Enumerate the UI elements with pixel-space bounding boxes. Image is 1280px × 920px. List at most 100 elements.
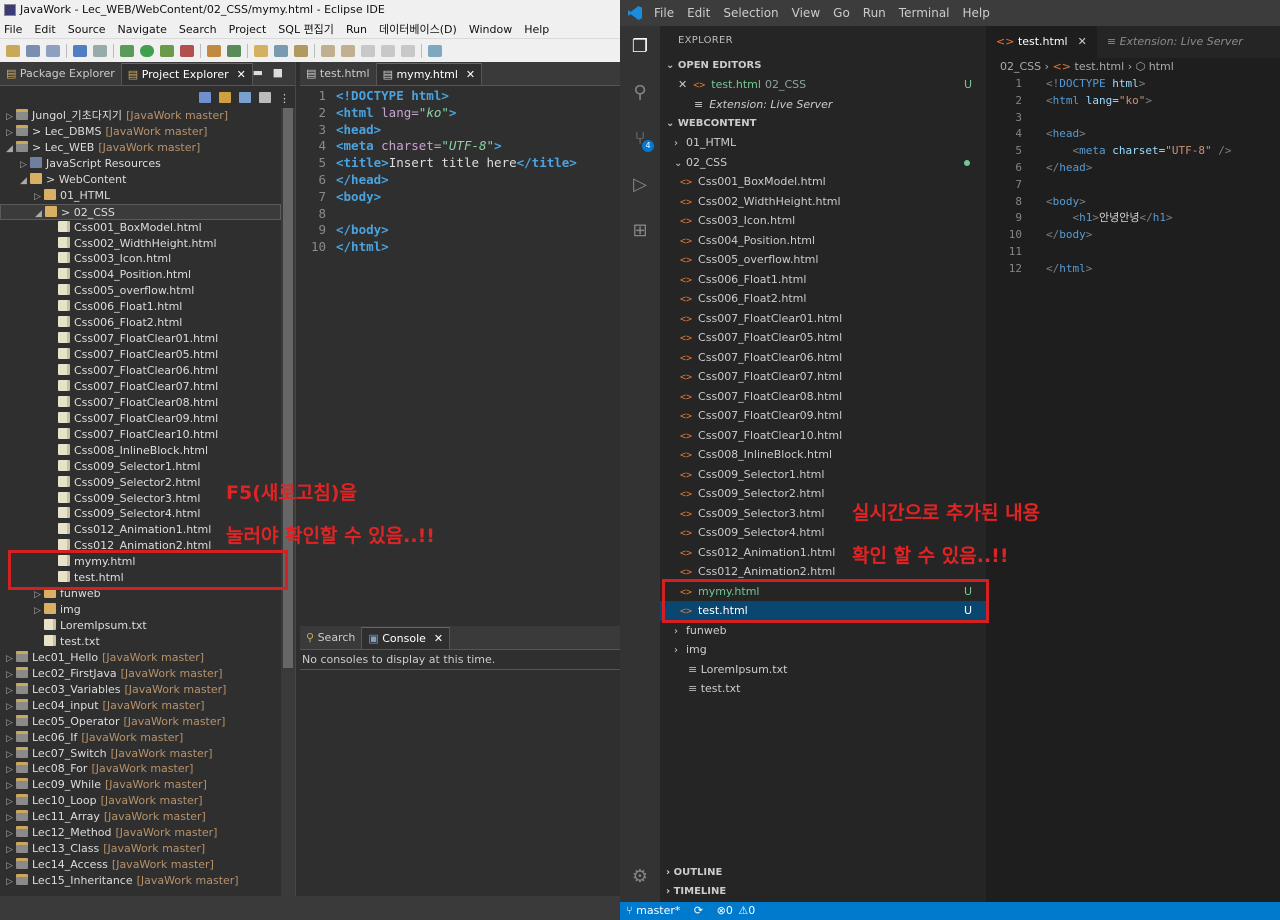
tree-item[interactable]: ▷ JavaScript Resources (0, 156, 281, 172)
open-editor-item[interactable]: ✕ <> test.html 02_CSS U (660, 75, 986, 95)
file-item[interactable]: <> Css007_FloatClear06.html (660, 348, 986, 368)
brush-icon[interactable] (294, 44, 308, 57)
file-item[interactable]: <> Css002_WidthHeight.html (660, 192, 986, 212)
chevron-right-icon[interactable]: › (674, 641, 686, 661)
menu-item[interactable]: Edit (687, 6, 710, 20)
folder-item[interactable]: ⌄ 02_CSS (660, 153, 986, 173)
file-item[interactable]: <> Css004_Position.html (660, 231, 986, 251)
new-icon[interactable] (6, 44, 20, 57)
tree-item[interactable]: ◢ > Lec_WEB [JavaWork master] (0, 140, 281, 156)
tab-search[interactable]: ⚲ Search (300, 627, 361, 649)
folder-item[interactable]: › 01_HTML (660, 133, 986, 153)
menu-item[interactable]: Project (229, 20, 267, 38)
save-all-icon[interactable] (46, 44, 60, 57)
files-icon[interactable]: ❐ (620, 26, 660, 66)
collapse-all-icon[interactable] (199, 91, 211, 103)
menu-item[interactable]: Go (833, 6, 850, 20)
tree-item[interactable]: Css009_Selector4.html (0, 506, 281, 522)
debug-icon[interactable] (120, 44, 134, 57)
open-editor-item[interactable]: ≡ Extension: Live Server (660, 95, 986, 115)
tree-item[interactable]: Css007_FloatClear08.html (0, 395, 281, 411)
breadcrumb-symbol[interactable]: html (1149, 60, 1174, 73)
tree-item[interactable]: ▷ Lec05_Operator [JavaWork master] (0, 714, 281, 730)
tab-package-explorer[interactable]: ▤ Package Explorer (0, 63, 121, 85)
twisty-icon[interactable]: ▷ (6, 875, 16, 891)
tree-item[interactable]: ▷ > Lec_DBMS [JavaWork master] (0, 124, 281, 140)
file-item[interactable]: <> Css003_Icon.html (660, 211, 986, 231)
tree-item[interactable]: ▷ Lec02_FirstJava [JavaWork master] (0, 666, 281, 682)
sync-icon[interactable]: ⟳ (694, 904, 703, 917)
tree-item[interactable]: Css005_overflow.html (0, 283, 281, 299)
tab-live-server[interactable]: ≡ Extension: Live Server (1097, 26, 1253, 58)
tree-item[interactable]: Css007_FloatClear05.html (0, 347, 281, 363)
chevron-down-icon[interactable]: ⌄ (674, 154, 686, 174)
tab-console[interactable]: ▣ Console ✕ (361, 627, 451, 649)
close-icon[interactable]: ✕ (434, 632, 443, 645)
tree-item[interactable]: ▷ img (0, 602, 281, 618)
run-icon[interactable] (140, 44, 154, 57)
new-class-icon[interactable] (227, 44, 241, 57)
warning-count[interactable]: 0 (748, 904, 755, 917)
error-count[interactable]: 0 (726, 904, 733, 917)
close-icon[interactable]: ✕ (678, 78, 687, 91)
tab-mymy-html[interactable]: ▤ mymy.html ✕ (375, 63, 483, 85)
tab-project-explorer[interactable]: ▤ Project Explorer ✕ (120, 63, 253, 85)
file-item[interactable]: <> Css007_FloatClear10.html (660, 426, 986, 446)
tree-item[interactable]: Css003_Icon.html (0, 251, 281, 267)
tree-item[interactable]: ▷ Lec06_If [JavaWork master] (0, 730, 281, 746)
tree-item[interactable]: Css006_Float1.html (0, 299, 281, 315)
tree-item[interactable]: ▷ 01_HTML (0, 188, 281, 204)
folder-item[interactable]: › img (660, 640, 986, 660)
next-annotation-icon[interactable] (321, 44, 335, 57)
last-edit-icon[interactable] (361, 44, 375, 57)
new-project-icon[interactable] (207, 44, 221, 57)
breadcrumb-folder[interactable]: 02_CSS (1000, 60, 1041, 73)
tab-test-html[interactable]: ▤ test.html (300, 63, 376, 85)
menu-item[interactable]: Help (524, 20, 549, 38)
timeline-section[interactable]: › TIMELINE (660, 882, 986, 901)
tree-item[interactable]: LoremIpsum.txt (0, 618, 281, 634)
link-with-editor-icon[interactable] (219, 91, 231, 103)
filter-icon[interactable] (239, 91, 251, 103)
file-item[interactable]: ≡ LoremIpsum.txt (660, 660, 986, 680)
menu-item[interactable]: File (4, 20, 22, 38)
file-item[interactable]: <> Css005_overflow.html (660, 250, 986, 270)
source-control-icon[interactable]: ⑂ 4 (620, 118, 660, 158)
tree-item[interactable]: ▷ Jungol_기초다지기 [JavaWork master] (0, 108, 281, 124)
menu-item[interactable]: Terminal (899, 6, 950, 20)
tree-item[interactable]: Css001_BoxModel.html (0, 220, 281, 236)
close-icon[interactable]: ✕ (1078, 35, 1087, 48)
menu-item[interactable]: Run (863, 6, 886, 20)
menu-item[interactable]: Edit (34, 20, 55, 38)
tree-item[interactable]: test.txt (0, 634, 281, 650)
tree-item[interactable]: ▷ Lec07_Switch [JavaWork master] (0, 746, 281, 762)
back-icon[interactable] (381, 44, 395, 57)
menu-item[interactable]: 데이터베이스(D) (379, 20, 457, 38)
tree-item[interactable]: Css007_FloatClear06.html (0, 363, 281, 379)
folder-item[interactable]: › funweb (660, 621, 986, 641)
tree-item[interactable]: ▷ Lec03_Variables [JavaWork master] (0, 682, 281, 698)
tree-item[interactable]: Css008_InlineBlock.html (0, 443, 281, 459)
menu-item[interactable]: SQL 편집기 (278, 20, 334, 38)
workspace-section[interactable]: ⌄ WEBCONTENT (660, 114, 986, 133)
tree-item[interactable]: Css007_FloatClear10.html (0, 427, 281, 443)
menu-item[interactable]: View (792, 6, 820, 20)
file-item[interactable]: <> Css007_FloatClear05.html (660, 328, 986, 348)
menu-item[interactable]: Window (469, 20, 512, 38)
terminal-icon[interactable] (73, 44, 87, 57)
external-tools-icon[interactable] (180, 44, 194, 57)
tree-item[interactable]: Css007_FloatClear07.html (0, 379, 281, 395)
file-item[interactable]: <> Css006_Float2.html (660, 289, 986, 309)
tree-item[interactable]: ◢ > 02_CSS (0, 203, 281, 220)
focus-icon[interactable] (259, 91, 271, 103)
file-item[interactable]: <> Css007_FloatClear09.html (660, 406, 986, 426)
open-folder-icon[interactable] (254, 44, 268, 57)
chevron-right-icon[interactable]: › (674, 134, 686, 154)
open-type-icon[interactable] (274, 44, 288, 57)
file-item[interactable]: <> Css009_Selector1.html (660, 465, 986, 485)
outline-section[interactable]: › OUTLINE (660, 863, 986, 882)
tab-test-html[interactable]: <> test.html ✕ (986, 26, 1097, 58)
save-icon[interactable] (26, 44, 40, 57)
file-item[interactable]: <> Css001_BoxModel.html (660, 172, 986, 192)
tree-item[interactable]: ▷ Lec12_Method [JavaWork master] (0, 825, 281, 841)
